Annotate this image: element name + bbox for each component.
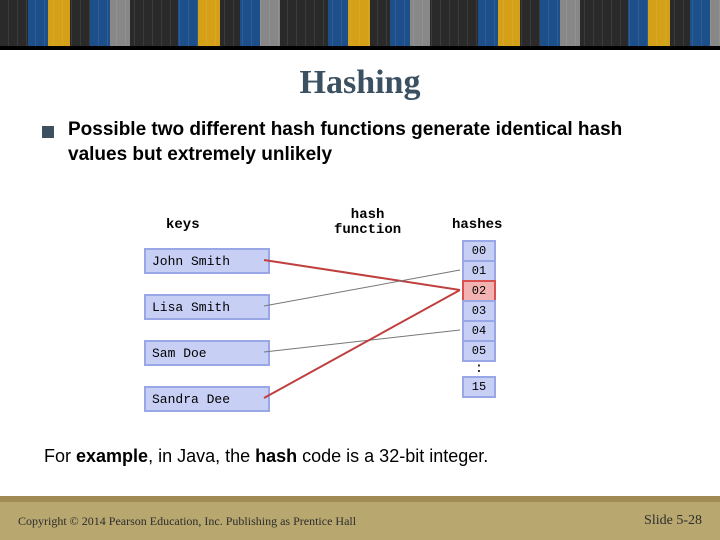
bullet-square-icon xyxy=(42,126,54,138)
slide-number: Slide 5-28 xyxy=(644,513,702,529)
bullet-item: Possible two different hash functions ge… xyxy=(0,118,720,167)
page-title: Hashing xyxy=(0,64,720,102)
bullet-text: Possible two different hash functions ge… xyxy=(68,118,678,167)
text: For xyxy=(44,446,76,466)
hash-diagram: keys hash function hashes John Smith Lis… xyxy=(144,210,576,428)
text: code is a 32-bit integer. xyxy=(297,446,488,466)
footer: Copyright © 2014 Pearson Education, Inc.… xyxy=(0,496,720,540)
decorative-banner xyxy=(0,0,720,50)
text-bold: hash xyxy=(255,446,297,466)
mapping-lines xyxy=(144,210,576,428)
copyright: Copyright © 2014 Pearson Education, Inc.… xyxy=(18,514,356,529)
text: , in Java, the xyxy=(148,446,255,466)
text-bold: example xyxy=(76,446,148,466)
example-line: For example, in Java, the hash code is a… xyxy=(44,446,488,467)
